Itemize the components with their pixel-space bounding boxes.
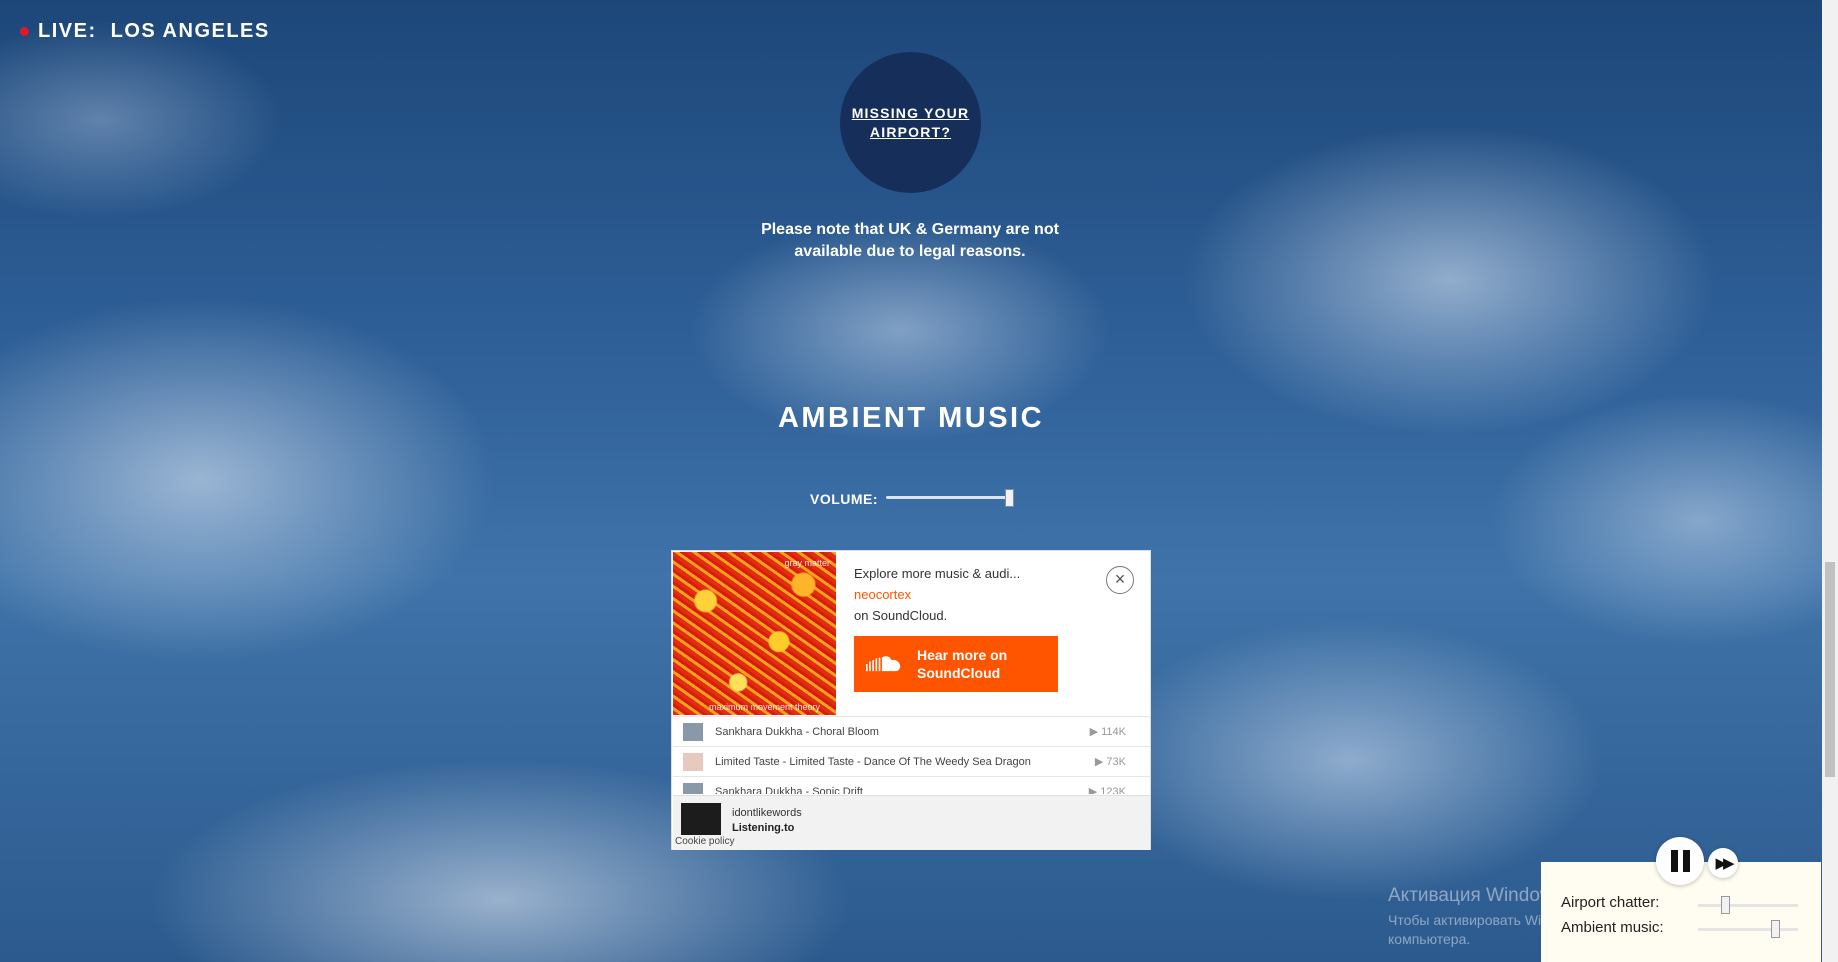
airport-chatter-label: Airport chatter: bbox=[1561, 894, 1660, 911]
footer-site[interactable]: Listening.to bbox=[732, 822, 794, 834]
airport-chatter-thumb[interactable] bbox=[1721, 896, 1730, 914]
user-avatar[interactable] bbox=[681, 803, 721, 835]
fast-forward-icon: ▶▶ bbox=[1715, 855, 1734, 872]
missing-airport-circle: MISSING YOUR AIRPORT? bbox=[840, 52, 981, 193]
page-scrollbar[interactable] bbox=[1822, 0, 1838, 962]
track-plays: ▶ 123K bbox=[1088, 786, 1126, 794]
track-plays: ▶ 114K bbox=[1089, 726, 1126, 738]
pause-icon bbox=[1670, 850, 1690, 872]
track-thumbnail bbox=[683, 722, 703, 741]
track-list: Sankhara Dukkha - Choral Bloom ▶ 114K Li… bbox=[673, 716, 1150, 794]
widget-footer: idontlikewords Listening.to Cookie polic… bbox=[673, 795, 1150, 850]
art-caption-top: gray matter bbox=[784, 558, 830, 568]
ambient-music-slider[interactable] bbox=[1698, 920, 1798, 940]
volume-slider-track bbox=[886, 496, 1009, 499]
track-title: Sankhara Dukkha - Sonic Drift bbox=[715, 785, 863, 795]
artist-link[interactable]: neocortex bbox=[854, 587, 911, 602]
volume-label: VOLUME: bbox=[810, 491, 879, 507]
track-row[interactable]: Sankhara Dukkha - Sonic Drift ▶ 123K bbox=[673, 776, 1150, 794]
scrollbar-thumb[interactable] bbox=[1825, 562, 1835, 777]
airport-chatter-slider[interactable] bbox=[1698, 896, 1798, 916]
pause-button[interactable] bbox=[1656, 837, 1704, 885]
track-row[interactable]: Limited Taste - Limited Taste - Dance Of… bbox=[673, 746, 1150, 776]
live-location: LIVE: LOS ANGELES bbox=[20, 20, 270, 43]
soundcloud-widget: gray matter maximum movement theory Expl… bbox=[671, 550, 1151, 850]
footer-username[interactable]: idontlikewords bbox=[732, 807, 802, 819]
close-icon[interactable]: × bbox=[1106, 566, 1134, 594]
track-thumbnail bbox=[683, 752, 703, 771]
skip-forward-button[interactable]: ▶▶ bbox=[1708, 848, 1738, 878]
legal-note: Please note that UK & Germany are not av… bbox=[761, 221, 1059, 260]
missing-airport-link[interactable]: MISSING YOUR AIRPORT? bbox=[851, 104, 971, 142]
live-dot-icon bbox=[20, 27, 29, 36]
track-thumbnail bbox=[683, 782, 703, 794]
ambient-music-track bbox=[1698, 928, 1798, 931]
art-caption-bottom: maximum movement theory bbox=[709, 702, 821, 712]
city-name: LOS ANGELES bbox=[110, 20, 270, 42]
volume-control: VOLUME: bbox=[810, 489, 1015, 509]
soundcloud-logo-icon bbox=[866, 656, 901, 672]
volume-slider[interactable] bbox=[886, 489, 1015, 509]
volume-slider-thumb[interactable] bbox=[1005, 489, 1015, 507]
hear-more-button[interactable]: Hear more on SoundCloud bbox=[854, 636, 1058, 692]
ambient-music-label: Ambient music: bbox=[1561, 919, 1664, 936]
live-label: LIVE: bbox=[38, 20, 97, 42]
cookie-policy-link[interactable]: Cookie policy bbox=[675, 836, 734, 847]
track-plays: ▶ 73K bbox=[1094, 756, 1126, 768]
ambient-music-title: AMBIENT MUSIC bbox=[777, 402, 1045, 434]
ambient-music-thumb[interactable] bbox=[1771, 920, 1780, 938]
on-soundcloud-text: on SoundCloud. bbox=[854, 608, 948, 623]
airport-chatter-track bbox=[1698, 904, 1798, 907]
hear-more-label: Hear more on SoundCloud bbox=[916, 647, 1008, 681]
track-title: Limited Taste - Limited Taste - Dance Of… bbox=[715, 755, 1031, 768]
album-art[interactable]: gray matter maximum movement theory bbox=[673, 552, 836, 715]
explore-text: Explore more music & audi... bbox=[854, 566, 1021, 581]
track-row[interactable]: Sankhara Dukkha - Choral Bloom ▶ 114K bbox=[673, 716, 1150, 746]
track-title: Sankhara Dukkha - Choral Bloom bbox=[715, 725, 879, 738]
